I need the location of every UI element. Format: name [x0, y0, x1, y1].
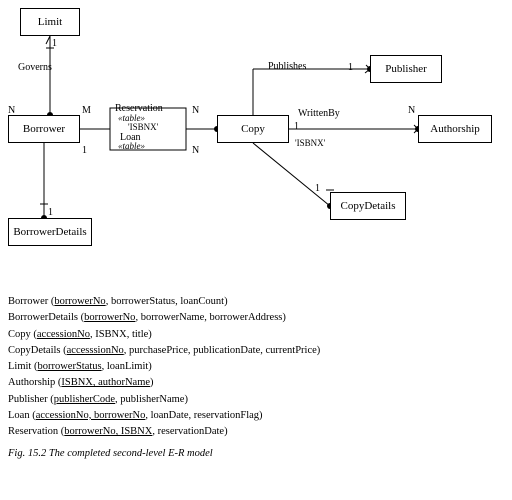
label-isbnx-copy: 'ISBNX' — [295, 138, 325, 148]
desc-authorship: Authorship (ISBNX, authorName) — [8, 375, 504, 391]
box-limit: Limit — [20, 8, 80, 36]
label-writtenby: WrittenBy — [298, 108, 340, 119]
box-copy: Copy — [217, 115, 289, 143]
label-table-loan: «table» — [118, 141, 145, 151]
text-descriptions: Borrower (borrowerNo, borrowerStatus, lo… — [0, 290, 512, 444]
desc-publisher: Publisher (publisherCode, publisherName) — [8, 392, 504, 408]
label-isbnx-reservation: 'ISBNX' — [128, 122, 158, 132]
desc-loan: Loan (accessionNo, borrowerNo, loanDate,… — [8, 408, 504, 424]
mult-1-borrowerdetails: 1 — [48, 207, 53, 218]
desc-copy: Copy (accessionNo, ISBNX, title) — [8, 327, 504, 343]
mult-m-reservation-left: M — [82, 105, 91, 116]
mult-n-writtenby-right: N — [408, 105, 415, 116]
box-publisher: Publisher — [370, 55, 442, 83]
mult-1-publishes: 1 — [348, 62, 353, 73]
box-copydetails: CopyDetails — [330, 192, 406, 220]
er-diagram: Limit Borrower Copy Publisher Authorship… — [0, 0, 512, 290]
diagram-lines — [0, 0, 512, 290]
desc-reservation: Reservation (borrowerNo, ISBNX, reservat… — [8, 424, 504, 440]
label-governs: Governs — [18, 62, 52, 73]
mult-1-loan-left: 1 — [82, 145, 87, 156]
figure-caption: Fig. 15.2 The completed second-level E-R… — [0, 444, 512, 463]
desc-limit: Limit (borrowerStatus, loanLimit) — [8, 359, 504, 375]
label-publishes: Publishes — [268, 61, 306, 72]
box-authorship: Authorship — [418, 115, 492, 143]
box-borrower: Borrower — [8, 115, 80, 143]
mult-n-loan-right: N — [192, 145, 199, 156]
mult-1-writtenby-left: 1 — [294, 121, 299, 132]
desc-borrower: Borrower (borrowerNo, borrowerStatus, lo… — [8, 294, 504, 310]
box-borrowerdetails: BorrowerDetails — [8, 218, 92, 246]
desc-borrowerdetails: BorrowerDetails (borrowerNo, borrowerNam… — [8, 310, 504, 326]
desc-copydetails: CopyDetails (accesssionNo, purchasePrice… — [8, 343, 504, 359]
mult-1-limit: 1 — [52, 38, 57, 49]
mult-n-borrower: N — [8, 105, 15, 116]
mult-1-copydetails: 1 — [315, 183, 320, 194]
mult-n-reservation-right: N — [192, 105, 199, 116]
